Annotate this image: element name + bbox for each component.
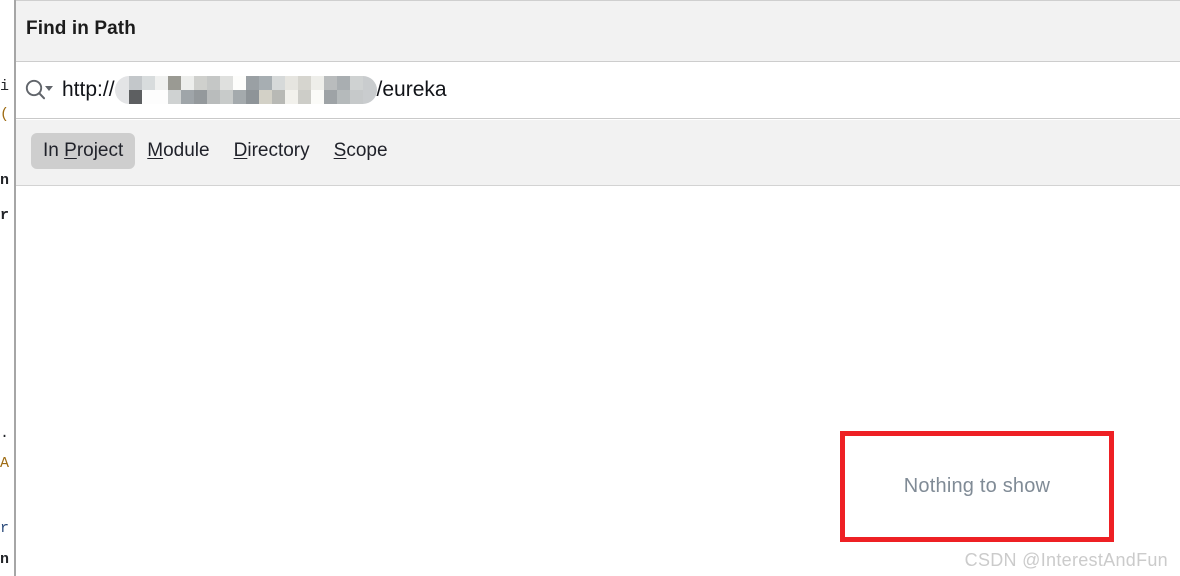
mosaic-block bbox=[206, 90, 220, 104]
search-row: http:// /eureka bbox=[16, 63, 1180, 119]
mosaic-block bbox=[258, 90, 272, 104]
mosaic-block bbox=[154, 76, 168, 90]
background-code-fragment: r bbox=[0, 207, 10, 224]
dialog-title: Find in Path bbox=[26, 18, 136, 39]
mosaic-block bbox=[323, 90, 337, 104]
mosaic-block bbox=[297, 76, 311, 90]
mosaic-block bbox=[154, 90, 168, 104]
background-code-fragment: n bbox=[0, 172, 10, 189]
background-code-fragment: A bbox=[0, 455, 10, 472]
tab-label-after: roject bbox=[76, 140, 124, 161]
mosaic-block bbox=[310, 76, 324, 90]
search-value-prefix: http:// bbox=[62, 78, 115, 101]
tab-scope[interactable]: Scope bbox=[322, 133, 400, 169]
mosaic-block bbox=[180, 76, 194, 90]
dialog-left-edge-divider bbox=[14, 0, 16, 576]
mosaic-block bbox=[284, 90, 298, 104]
mosaic-block bbox=[310, 90, 324, 104]
search-magnifier-dropdown-icon[interactable] bbox=[22, 75, 56, 105]
scope-tabs: In Project Module Directory Scope bbox=[31, 133, 400, 169]
background-editor-sliver: i(n r. Ar n bbox=[0, 0, 14, 576]
mosaic-block bbox=[219, 76, 233, 90]
mosaic-block bbox=[193, 76, 207, 90]
mosaic-block bbox=[297, 90, 311, 104]
watermark: CSDN @InterestAndFun bbox=[964, 550, 1168, 570]
mosaic-block bbox=[219, 90, 233, 104]
background-code-fragment: . bbox=[0, 425, 10, 442]
tab-label-after: irectory bbox=[247, 140, 310, 161]
mosaic-block bbox=[128, 76, 142, 90]
redacted-host-mosaic bbox=[114, 76, 377, 104]
mosaic-cap-right bbox=[362, 76, 377, 104]
search-input[interactable]: http:// /eureka bbox=[62, 75, 447, 105]
mosaic-block bbox=[141, 76, 155, 90]
mosaic-block bbox=[128, 90, 142, 104]
mosaic-block bbox=[141, 90, 155, 104]
search-value-suffix: /eureka bbox=[376, 78, 447, 101]
mosaic-block bbox=[206, 76, 220, 90]
mosaic-block bbox=[167, 90, 181, 104]
tab-label-after: odule bbox=[163, 140, 210, 161]
mosaic-block bbox=[284, 76, 298, 90]
mosaic-block bbox=[193, 90, 207, 104]
background-code-fragment: ( bbox=[0, 106, 10, 123]
mosaic-block bbox=[349, 90, 363, 104]
mosaic-block bbox=[180, 90, 194, 104]
mosaic-block bbox=[245, 76, 259, 90]
annotation-highlight-box bbox=[840, 431, 1114, 542]
tab-mnemonic: M bbox=[147, 140, 164, 161]
background-code-fragment: i bbox=[0, 78, 10, 95]
mosaic-block bbox=[271, 90, 285, 104]
tab-mnemonic: P bbox=[64, 140, 77, 161]
mosaic-block bbox=[245, 90, 259, 104]
mosaic-block bbox=[232, 90, 246, 104]
tab-mnemonic: D bbox=[233, 140, 248, 161]
tab-mnemonic: S bbox=[333, 140, 347, 161]
screenshot-root: i(nr.Arn Find in Path http:// /eureka bbox=[0, 0, 1180, 576]
mosaic-block bbox=[271, 76, 285, 90]
mosaic-block bbox=[323, 76, 337, 90]
tab-label-after: cope bbox=[346, 140, 388, 161]
results-area: Nothing to show bbox=[16, 187, 1180, 576]
mosaic-cap-left bbox=[114, 76, 129, 104]
mosaic-block bbox=[167, 76, 181, 90]
dialog-header: Find in Path bbox=[16, 0, 1180, 62]
tab-module[interactable]: Module bbox=[135, 133, 221, 169]
tab-directory[interactable]: Directory bbox=[222, 133, 322, 169]
mosaic-block bbox=[336, 90, 350, 104]
mosaic-block bbox=[336, 76, 350, 90]
background-code-fragment: n bbox=[0, 551, 10, 568]
find-in-path-dialog: Find in Path http:// /eureka In Project M… bbox=[16, 0, 1180, 576]
tab-in-project[interactable]: In Project bbox=[31, 133, 136, 169]
scope-tabs-row: In Project Module Directory Scope bbox=[16, 120, 1180, 186]
tab-label-before: In bbox=[43, 140, 65, 161]
mosaic-block bbox=[232, 76, 246, 90]
background-code-fragment: r bbox=[0, 520, 10, 537]
mosaic-block bbox=[349, 76, 363, 90]
mosaic-block bbox=[258, 76, 272, 90]
